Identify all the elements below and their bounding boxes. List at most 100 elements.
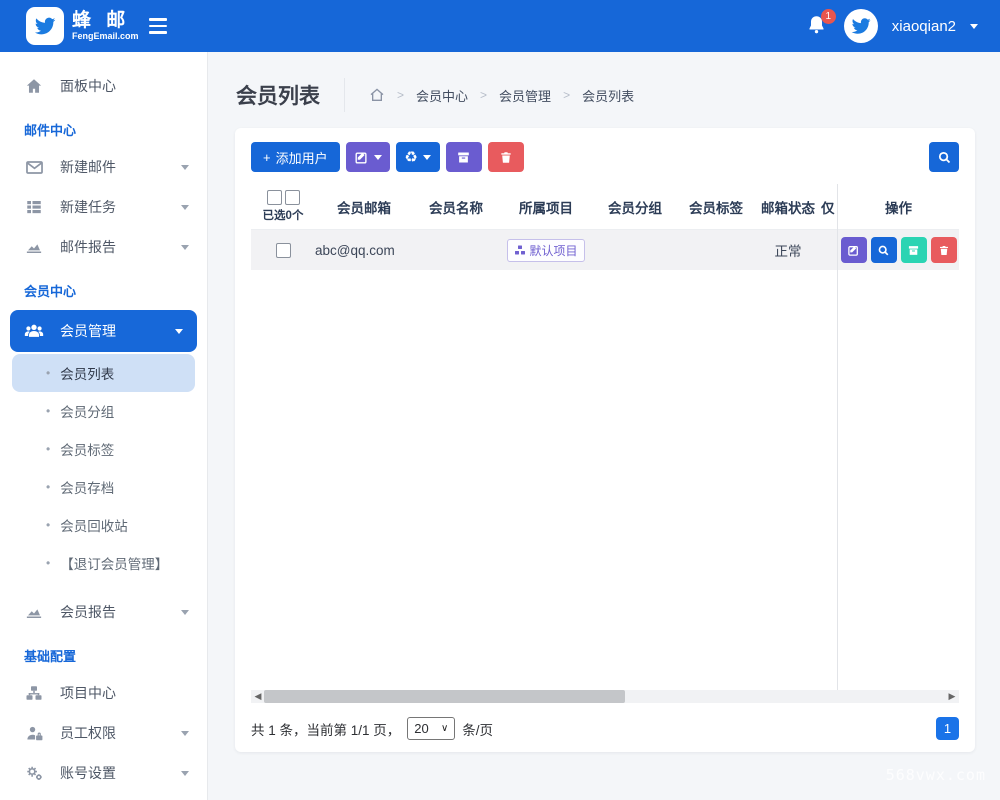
row-view-button[interactable] (871, 237, 897, 263)
username[interactable]: xiaoqian2 (892, 18, 956, 35)
sidebar-subitem-member-recycle[interactable]: • 会员回收站 (0, 506, 207, 544)
sidebar-item-label: 新建任务 (60, 197, 116, 217)
bullet-icon: • (46, 366, 50, 380)
sidebar-item-staff-permission[interactable]: 员工权限 (0, 713, 207, 753)
archive-box-icon (907, 244, 920, 257)
sidebar-subitem-member-list[interactable]: • 会员列表 (12, 354, 195, 392)
sidebar-item-label: 员工权限 (60, 723, 116, 743)
chevron-down-icon (181, 731, 189, 736)
breadcrumb-member-manage[interactable]: 会员管理 (499, 86, 551, 105)
edit-icon (847, 244, 860, 257)
column-header-clipped: 仅 (821, 197, 837, 217)
selected-count-label: 已选0个 (263, 207, 304, 223)
project-tag: 默认项目 (507, 239, 584, 262)
brand-domain: FengEmail.com (72, 32, 139, 41)
sidebar-item-account-settings[interactable]: 账号设置 (0, 753, 207, 793)
select-all-header: 已选0个 (251, 190, 315, 223)
sidebar-subitem-label: 会员回收站 (60, 515, 128, 535)
column-header-tag: 会员标签 (677, 197, 755, 217)
recycle-dropdown-button[interactable]: ♻ (396, 142, 440, 172)
table-header-row: 已选0个 会员邮箱 会员名称 所属项目 会员分组 会员标签 邮箱状态 仅 (251, 184, 837, 230)
scrollbar-thumb[interactable] (264, 690, 625, 703)
pagination-unit: 条/页 (462, 719, 493, 739)
scroll-left-arrow-icon[interactable]: ◀ (251, 690, 265, 703)
row-archive-button[interactable] (901, 237, 927, 263)
chevron-down-icon (374, 155, 382, 160)
sidebar-item-label: 面板中心 (60, 76, 116, 96)
scroll-right-arrow-icon[interactable]: ▶ (945, 690, 959, 703)
archive-box-icon (456, 150, 471, 165)
sidebar-item-label: 邮件报告 (60, 237, 116, 257)
column-header-project: 所属项目 (499, 197, 593, 217)
select-all-checkbox[interactable] (267, 190, 282, 205)
sidebar-item-member-report[interactable]: 会员报告 (0, 592, 207, 632)
sidebar-item-project-center[interactable]: 项目中心 (0, 673, 207, 713)
bullet-icon: • (46, 404, 50, 418)
actions-column: 操作 (837, 184, 959, 690)
breadcrumb-member-list[interactable]: 会员列表 (582, 86, 634, 105)
envelope-icon (24, 157, 44, 177)
row-actions-cell (838, 230, 959, 270)
page-number-button[interactable]: 1 (936, 717, 959, 740)
sidebar-item-new-mail[interactable]: 新建邮件 (0, 147, 207, 187)
sidebar-subitem-member-group[interactable]: • 会员分组 (0, 392, 207, 430)
column-header-name: 会员名称 (413, 197, 499, 217)
user-avatar[interactable] (844, 9, 878, 43)
member-table: 已选0个 会员邮箱 会员名称 所属项目 会员分组 会员标签 邮箱状态 仅 abc… (251, 184, 959, 690)
row-delete-button[interactable] (931, 237, 957, 263)
topbar-right: 1 xiaoqian2 (806, 9, 1000, 43)
topbar: 蜂 邮 FengEmail.com 1 xiaoqian2 (0, 0, 1000, 52)
user-menu-caret-icon[interactable] (970, 24, 978, 29)
row-checkbox[interactable] (276, 243, 291, 258)
breadcrumb-member-center[interactable]: 会员中心 (416, 86, 468, 105)
toolbar: + 添加用户 ♻ (251, 142, 959, 172)
archive-button[interactable] (446, 142, 482, 172)
column-header-status: 邮箱状态 (755, 197, 821, 217)
search-icon (877, 244, 890, 257)
horizontal-scrollbar[interactable]: ◀ ▶ (251, 690, 959, 703)
page-title: 会员列表 (236, 80, 320, 110)
delete-button[interactable] (488, 142, 524, 172)
sidebar-item-new-task[interactable]: 新建任务 (0, 187, 207, 227)
column-header-group: 会员分组 (593, 197, 677, 217)
row-edit-button[interactable] (841, 237, 867, 263)
trash-icon (938, 244, 950, 257)
menu-toggle-icon[interactable] (149, 13, 175, 39)
chevron-down-icon (181, 165, 189, 170)
sidebar-item-mail-report[interactable]: 邮件报告 (0, 227, 207, 267)
page-size-select[interactable]: 20 ∨ (407, 717, 455, 740)
row-status-cell: 正常 (755, 240, 821, 260)
bullet-icon: • (46, 442, 50, 456)
chevron-down-icon (181, 245, 189, 250)
batch-edit-dropdown-button[interactable] (346, 142, 390, 172)
sidebar-subitem-member-archive[interactable]: • 会员存档 (0, 468, 207, 506)
select-page-checkbox[interactable] (285, 190, 300, 205)
watermark: 568vwx.com (208, 752, 1000, 784)
chevron-down-icon (181, 205, 189, 210)
notifications-button[interactable]: 1 (806, 13, 830, 39)
sidebar-subitem-unsubscribe-manage[interactable]: • 【退订会员管理】 (0, 544, 207, 582)
bird-icon (849, 14, 873, 38)
gears-icon (24, 763, 44, 783)
search-button[interactable] (929, 142, 959, 172)
plus-icon: + (263, 150, 271, 165)
sidebar-item-dashboard[interactable]: 面板中心 (0, 66, 207, 106)
chevron-down-icon (423, 155, 431, 160)
sidebar: 面板中心 邮件中心 新建邮件 新建任务 邮件报告 会员中心 会员管理 • 会员列… (0, 52, 208, 800)
add-user-button[interactable]: + 添加用户 (251, 142, 340, 172)
row-select-cell (251, 242, 315, 258)
sidebar-subitem-member-tag[interactable]: • 会员标签 (0, 430, 207, 468)
home-icon[interactable] (369, 87, 385, 103)
sidebar-subitem-label: 会员列表 (60, 363, 114, 383)
user-lock-icon (24, 723, 44, 743)
chevron-down-icon (181, 610, 189, 615)
sidebar-item-member-manage[interactable]: 会员管理 (10, 310, 197, 352)
pagination: 共 1 条，当前第 1/1 页， 20 ∨ 条/页 1 (251, 717, 959, 740)
sidebar-item-label: 新建邮件 (60, 157, 116, 177)
content-card: + 添加用户 ♻ (235, 128, 975, 752)
bullet-icon: • (46, 518, 50, 532)
breadcrumb-separator: > (563, 88, 570, 102)
bullet-icon: • (46, 556, 50, 570)
sidebar-subitem-label: 会员标签 (60, 439, 114, 459)
add-user-label: 添加用户 (276, 148, 328, 167)
